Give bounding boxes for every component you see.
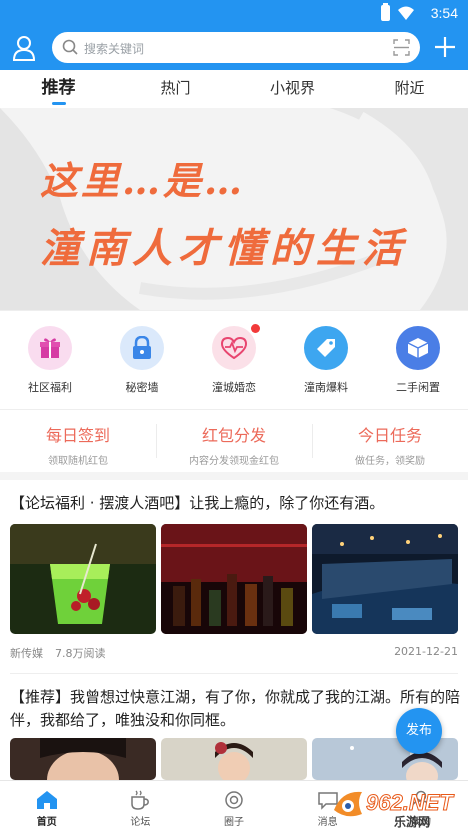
- quick-item-second-hand[interactable]: 二手闲置: [373, 312, 463, 408]
- circle-icon: [225, 791, 243, 809]
- box-icon: [396, 326, 440, 370]
- status-time: 3:54: [430, 5, 458, 21]
- wifi-icon: [398, 6, 414, 20]
- post-photos: [10, 524, 458, 634]
- top-bar: 搜索关键词: [0, 26, 468, 70]
- post-title[interactable]: 【论坛福利 · 摆渡人酒吧】让我上瘾的，除了你还有酒。: [10, 492, 460, 515]
- active-tab-indicator: [51, 102, 66, 105]
- post-views: 7.8万阅读: [55, 647, 106, 660]
- quick-item-dating[interactable]: 潼城婚恋: [189, 312, 279, 408]
- search-icon: [62, 39, 78, 55]
- coffee-icon: [131, 790, 150, 810]
- heart-icon: [212, 326, 256, 370]
- gift-icon: [28, 326, 72, 370]
- profile-icon[interactable]: [12, 35, 36, 61]
- category-tabs: 推荐 热门 小视界 附近: [0, 70, 468, 108]
- quick-item-news-tips[interactable]: 潼南爆料: [281, 312, 371, 408]
- battery-icon: [381, 3, 390, 21]
- post-photo[interactable]: [312, 524, 458, 634]
- status-bar: 3:54: [0, 0, 468, 26]
- banner-line-1: 这里…是…: [40, 158, 246, 203]
- tab-hot[interactable]: 热门: [117, 70, 234, 108]
- tab-small-world[interactable]: 小视界: [234, 70, 351, 108]
- search-input[interactable]: 搜索关键词: [52, 32, 420, 63]
- tag-icon: [304, 326, 348, 370]
- watermark-subtext: 乐游网: [394, 814, 430, 828]
- notification-dot: [251, 324, 260, 333]
- post-photo[interactable]: [161, 524, 307, 634]
- banner-decoration: [0, 108, 468, 310]
- quick-item-secret-wall[interactable]: 秘密墙: [97, 312, 187, 408]
- watermark-text: 962.NET: [366, 790, 454, 815]
- nav-circle[interactable]: 圈子: [187, 781, 281, 832]
- nav-forum[interactable]: 论坛: [94, 781, 188, 832]
- post-photo[interactable]: [161, 738, 307, 780]
- lock-icon: [120, 326, 164, 370]
- home-icon: [36, 791, 57, 809]
- promo-banner[interactable]: 这里…是… 潼南人才懂的生活: [0, 108, 468, 310]
- publish-button[interactable]: 发布: [396, 708, 442, 754]
- section-gap: [0, 472, 468, 480]
- plus-icon[interactable]: [434, 36, 456, 58]
- post-title[interactable]: 【推荐】我曾想过快意江湖，有了你，你就成了我的江湖。所有的陪伴，我都给了，唯独没…: [10, 686, 460, 732]
- divider: [10, 673, 458, 674]
- red-packet-button[interactable]: 红包分发 内容分发领现金红包: [156, 410, 312, 472]
- scan-icon[interactable]: [393, 39, 410, 56]
- nav-home[interactable]: 首页: [0, 781, 94, 832]
- post-meta: 新传媒 7.8万阅读 2021-12-21: [10, 645, 458, 661]
- task-row: 每日签到 领取随机红包 红包分发 内容分发领现金红包 今日任务 做任务，领奖励: [0, 410, 468, 472]
- banner-line-2: 潼南人才懂的生活: [40, 225, 408, 272]
- post-source: 新传媒: [10, 647, 43, 660]
- search-placeholder: 搜索关键词: [84, 42, 145, 56]
- daily-tasks-button[interactable]: 今日任务 做任务，领奖励: [312, 410, 468, 472]
- site-watermark: 962.NET 乐游网: [334, 790, 455, 828]
- post-photo[interactable]: [10, 524, 156, 634]
- divider: [0, 310, 468, 311]
- tab-nearby[interactable]: 附近: [351, 70, 468, 108]
- post-photo[interactable]: [10, 738, 156, 780]
- post-date: 2021-12-21: [394, 645, 458, 658]
- quick-item-community-welfare[interactable]: 社区福利: [5, 312, 95, 408]
- daily-checkin-button[interactable]: 每日签到 领取随机红包: [0, 410, 156, 472]
- tab-recommend[interactable]: 推荐: [0, 70, 117, 108]
- post-photos: [10, 738, 458, 780]
- quick-menu: 社区福利 秘密墙 潼城婚恋 潼南爆料 二手闲置: [0, 312, 468, 408]
